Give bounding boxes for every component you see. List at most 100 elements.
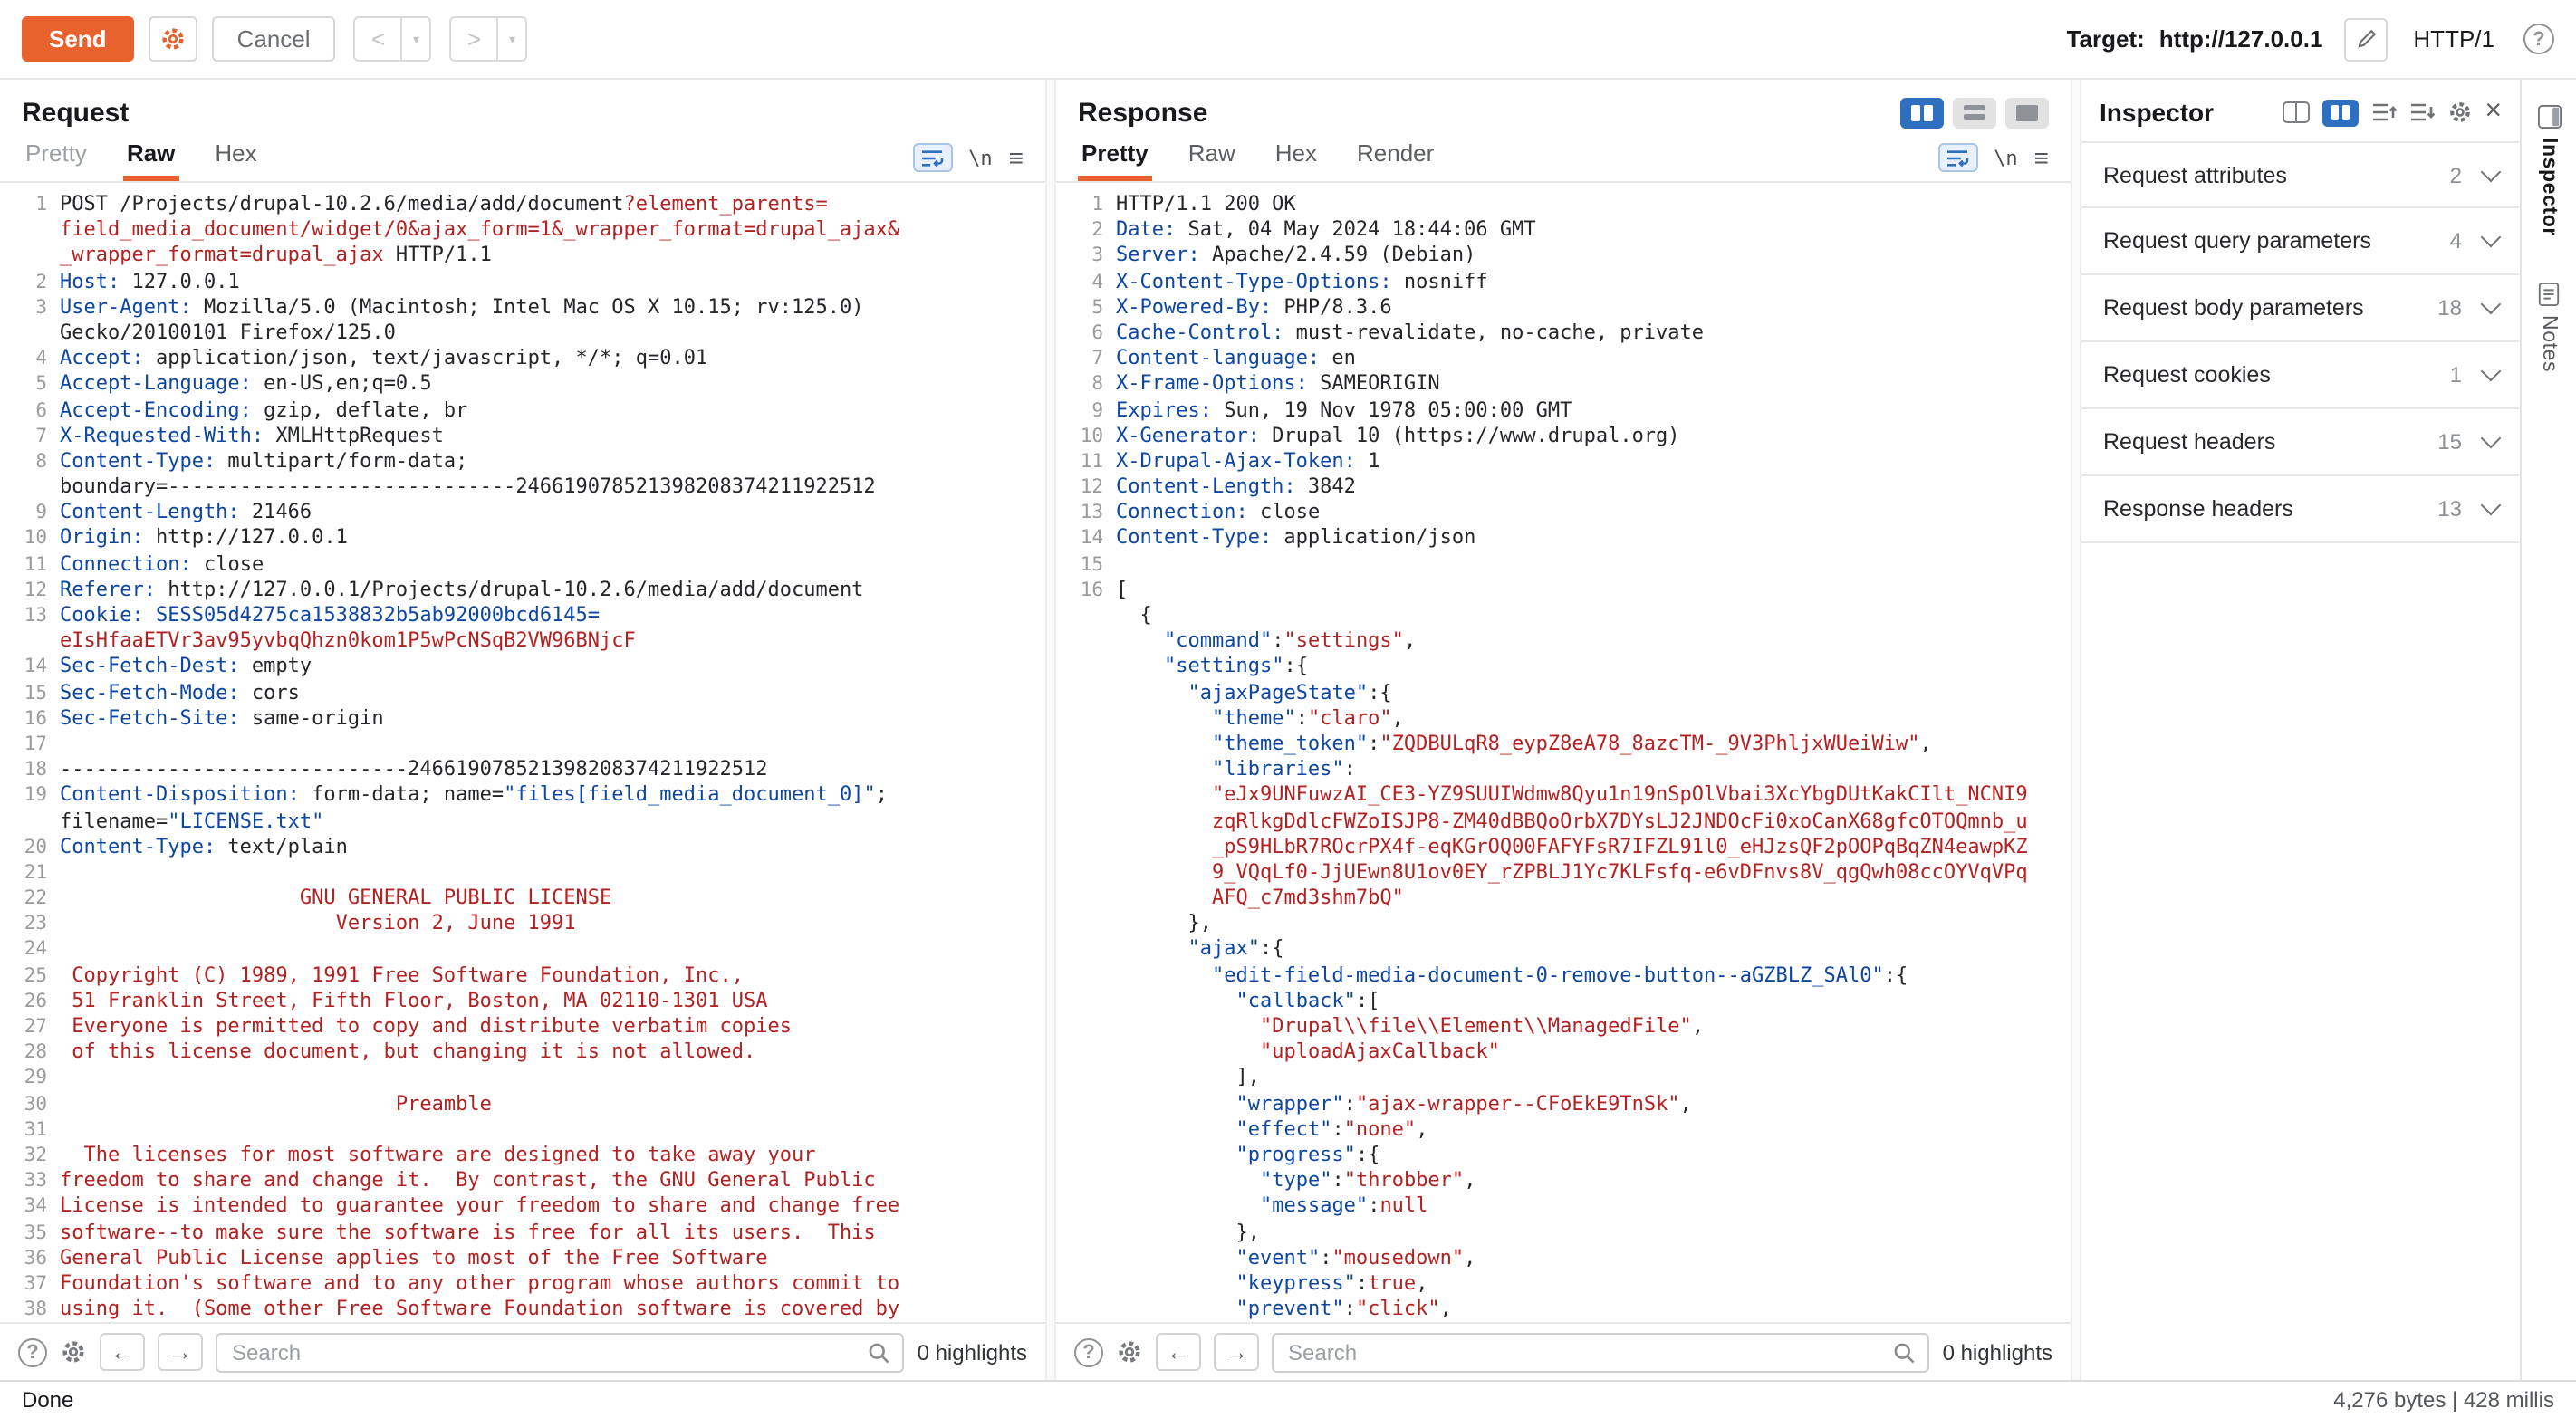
expand-all-button[interactable] [2408,101,2434,123]
code-segment: "none" [1344,1117,1417,1141]
code-text: "edit-field-media-document-0-remove-butt… [1116,963,1908,988]
code-segment: Content-Type: [1116,526,1272,550]
code-line: 3Server: Apache/2.4.59 (Debian) [1063,244,2071,269]
code-text: 51 Franklin Street, Fifth Floor, Boston,… [60,989,767,1014]
response-search-next-button[interactable]: → [1214,1333,1259,1371]
code-line: 9_VQqLf0-JjUEwn8U1ov0EY_rZPBLJ1Yc7KLFsfq… [1063,860,2071,886]
code-segment: "ajax" [1188,937,1261,961]
code-segment: Sec-Fetch-Mode: [60,680,240,704]
line-number: 38 [7,1297,60,1322]
request-search-prev-button[interactable]: ← [100,1333,145,1371]
layout-rows-button[interactable] [1953,97,1996,128]
code-segment: ?element_parents= [624,192,828,216]
request-search-help-button[interactable]: ? [18,1337,47,1366]
inspector-layout-single-button[interactable] [2282,101,2309,123]
response-highlights-count: 0 highlights [1943,1339,2052,1365]
request-tab-raw[interactable]: Raw [123,132,178,181]
inspector-item-request-body-parameters[interactable]: Request body parameters 18 [2081,275,2520,342]
code-segment: filename= [60,809,168,832]
collapse-all-button[interactable] [2370,101,2396,123]
show-newlines-toggle[interactable]: \n [968,146,993,169]
back-button[interactable]: < [354,16,403,62]
code-segment: "edit-field-media-document-0-remove-butt… [1212,963,1884,986]
inspector-item-request-cookies[interactable]: Request cookies 1 [2081,342,2520,409]
code-segment: "eJx9UNFuwzAI_CE3-YZ9SUUIWdmw8Qyu1n19nSp… [1212,783,2028,807]
code-segment [144,603,156,627]
forward-button[interactable]: > [450,16,499,62]
response-tab-render[interactable]: Render [1353,132,1437,181]
response-tab-pretty[interactable]: Pretty [1078,132,1152,181]
cancel-button[interactable]: Cancel [212,16,336,62]
inspector-item-request-headers[interactable]: Request headers 15 [2081,409,2520,476]
editor-menu-button[interactable]: ≡ [1009,145,1024,170]
code-line: 5Accept-Language: en-US,en;q=0.5 [7,372,1045,398]
line-number: 12 [7,578,60,603]
code-segment: same-origin [240,706,384,730]
code-line: 16[ [1063,578,2071,603]
code-text: Expires: Sun, 19 Nov 1978 05:00:00 GMT [1116,398,1572,423]
code-text: zqRlkgDdlcFWZoISJP8-ZM40dBBQoOrbX7DYsLJ2… [1116,809,2028,834]
code-segment [1116,706,1212,730]
code-text: Content-Length: 21466 [60,501,312,526]
rail-tab-notes[interactable]: Notes [2538,276,2560,380]
request-response-splitter[interactable] [1045,80,1056,1380]
code-segment: Apache/2.4.59 (Debian) [1200,244,1476,267]
response-search-prev-button[interactable]: ← [1156,1333,1201,1371]
inspector-close-button[interactable]: × [2485,98,2502,127]
code-segment: must-revalidate, no-cache, private [1283,321,1704,344]
soft-wrap-toggle[interactable] [1937,143,1977,172]
show-newlines-toggle[interactable]: \n [1994,146,2018,169]
code-segment: 3842 [1296,474,1356,498]
code-segment: X-Requested-With: [60,423,264,446]
request-editor[interactable]: 1POST /Projects/drupal-10.2.6/media/add/… [0,183,1045,1322]
response-search-settings-button[interactable] [1116,1338,1143,1365]
send-button[interactable]: Send [22,16,134,62]
request-tab-hex[interactable]: Hex [211,132,260,181]
response-inspector-splitter[interactable] [2071,80,2081,1380]
line-number: 17 [7,732,60,757]
editor-menu-button[interactable]: ≡ [2034,145,2049,170]
inspector-layout-split-button[interactable] [2321,99,2358,126]
inspector-item-request-query-parameters[interactable]: Request query parameters 4 [2081,208,2520,275]
code-segment: Date: [1116,217,1176,241]
request-search-next-button[interactable]: → [158,1333,203,1371]
line-number [1063,655,1116,680]
edit-target-button[interactable] [2344,17,2388,61]
code-text: of this license document, but changing i… [60,1040,755,1065]
response-search-input[interactable] [1272,1332,1930,1372]
code-line: "message":null [1063,1194,2071,1220]
soft-wrap-toggle[interactable] [912,143,952,172]
response-panel-title: Response [1078,97,1207,128]
arrow-right-icon: → [168,1338,192,1365]
inspector-item-response-headers[interactable]: Response headers 13 [2081,476,2520,543]
inspector-settings-button[interactable] [2446,100,2472,125]
response-tab-hex[interactable]: Hex [1272,132,1321,181]
response-search-help-button[interactable]: ? [1074,1337,1103,1366]
response-tab-raw[interactable]: Raw [1185,132,1239,181]
code-segment: "wrapper" [1235,1091,1343,1115]
rail-tab-inspector[interactable]: Inspector [2537,98,2561,244]
request-tab-pretty[interactable]: Pretty [22,132,91,181]
forward-dropdown-button[interactable]: ▾ [499,16,528,62]
request-search-settings-button[interactable] [60,1338,87,1365]
layout-columns-button[interactable] [1900,97,1944,128]
inspector-item-request-attributes[interactable]: Request attributes 2 [2081,141,2520,208]
code-line: 29 [7,1066,1045,1091]
send-settings-button[interactable] [149,16,197,62]
code-segment: empty [240,655,312,678]
request-search-input[interactable] [216,1332,905,1372]
line-number: 33 [7,1168,60,1193]
code-line: "effect":"none", [1063,1117,2071,1143]
code-segment: Cache-Control: [1116,321,1283,344]
code-segment: }, [1116,1220,1260,1243]
code-line: boundary=-----------------------------24… [7,474,1045,500]
help-icon[interactable]: ? [2523,24,2554,54]
code-segment: , [1464,1245,1475,1269]
code-segment: Gecko/20100101 Firefox/125.0 [60,321,396,344]
layout-single-button[interactable] [2005,97,2049,128]
response-editor[interactable]: 1HTTP/1.1 200 OK2Date: Sat, 04 May 2024 … [1056,183,2071,1322]
back-dropdown-button[interactable]: ▾ [403,16,432,62]
help-icon: ? [1074,1337,1103,1366]
code-segment: : [1272,628,1283,652]
code-text: Referer: http://127.0.0.1/Projects/drupa… [60,578,863,603]
